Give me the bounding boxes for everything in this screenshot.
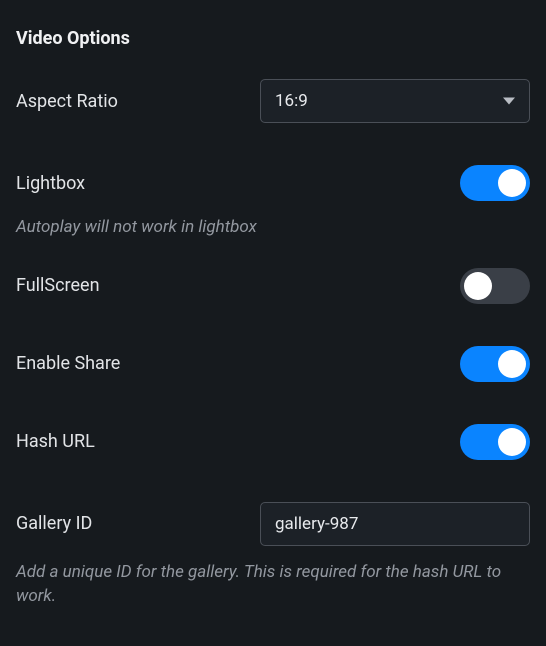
enable-share-label: Enable Share	[16, 353, 120, 374]
lightbox-label: Lightbox	[16, 173, 85, 194]
aspect-ratio-row: Aspect Ratio 16:9	[16, 79, 530, 123]
gallery-id-help: Add a unique ID for the gallery. This is…	[16, 560, 530, 609]
chevron-down-icon	[503, 98, 515, 105]
toggle-knob	[498, 169, 526, 197]
hash-url-label: Hash URL	[16, 431, 95, 452]
enable-share-row: Enable Share	[16, 346, 530, 382]
aspect-ratio-label: Aspect Ratio	[16, 91, 118, 112]
aspect-ratio-select[interactable]: 16:9	[260, 79, 530, 123]
toggle-knob	[464, 272, 492, 300]
hash-url-row: Hash URL	[16, 424, 530, 460]
toggle-knob	[498, 350, 526, 378]
toggle-knob	[498, 428, 526, 456]
fullscreen-row: FullScreen	[16, 268, 530, 304]
gallery-id-row: Gallery ID	[16, 502, 530, 546]
fullscreen-toggle[interactable]	[460, 268, 530, 304]
aspect-ratio-value: 16:9	[275, 91, 308, 111]
lightbox-toggle[interactable]	[460, 165, 530, 201]
hash-url-toggle[interactable]	[460, 424, 530, 460]
lightbox-row: Lightbox	[16, 165, 530, 201]
lightbox-help: Autoplay will not work in lightbox	[16, 215, 530, 240]
section-title: Video Options	[16, 28, 530, 49]
gallery-id-block: Gallery ID Add a unique ID for the galle…	[16, 502, 530, 609]
gallery-id-label: Gallery ID	[16, 513, 92, 534]
enable-share-toggle[interactable]	[460, 346, 530, 382]
fullscreen-label: FullScreen	[16, 275, 100, 296]
gallery-id-input[interactable]	[260, 502, 530, 546]
lightbox-block: Lightbox Autoplay will not work in light…	[16, 165, 530, 240]
